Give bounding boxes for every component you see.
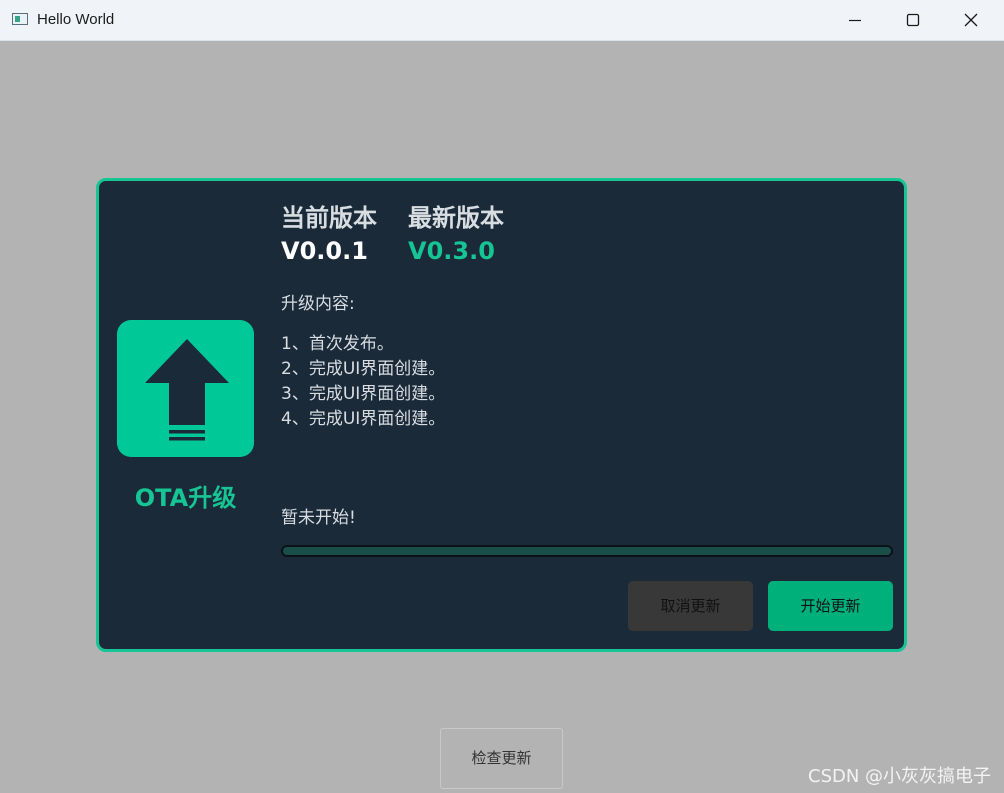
current-version-value: V0.0.1 (281, 237, 368, 265)
ota-label: OTA升级 (134, 484, 237, 512)
watermark: CSDN @小灰灰搞电子 (808, 766, 992, 787)
close-button[interactable] (942, 0, 1000, 40)
start-update-button[interactable]: 开始更新 (768, 581, 893, 631)
latest-version-label: 最新版本 (408, 204, 504, 232)
changelog-item: 4、完成UI界面创建。 (281, 409, 446, 429)
cancel-update-button[interactable]: 取消更新 (628, 581, 753, 631)
ota-badge (117, 320, 254, 457)
changelog-item: 1、首次发布。 (281, 334, 394, 354)
check-update-button[interactable]: 检查更新 (440, 728, 563, 789)
maximize-button[interactable] (884, 0, 942, 40)
ota-dialog: OTA升级 当前版本 最新版本 V0.0.1 V0.3.0 升级内容: 1、首次… (96, 178, 907, 652)
maximize-icon (906, 13, 920, 27)
changelog-list: 1、首次发布。 2、完成UI界面创建。 3、完成UI界面创建。 4、完成UI界面… (281, 332, 445, 432)
progress-bar (281, 545, 893, 557)
latest-version-value: V0.3.0 (408, 237, 495, 265)
changelog-item: 2、完成UI界面创建。 (281, 359, 446, 379)
title-bar[interactable]: Hello World (0, 0, 1004, 41)
status-text: 暂未开始! (281, 508, 356, 528)
close-icon (964, 13, 978, 27)
window-title: Hello World (37, 11, 115, 28)
app-window: Hello World OTA升级 当前版本 最新版本 V0.0.1 V0.3.… (0, 0, 1004, 793)
changelog-item: 3、完成UI界面创建。 (281, 384, 446, 404)
upload-arrow-icon (145, 339, 229, 441)
minimize-button[interactable] (826, 0, 884, 40)
app-window-icon (12, 13, 28, 25)
minimize-icon (849, 19, 861, 22)
current-version-label: 当前版本 (281, 204, 377, 232)
upgrade-content-title: 升级内容: (281, 294, 355, 314)
